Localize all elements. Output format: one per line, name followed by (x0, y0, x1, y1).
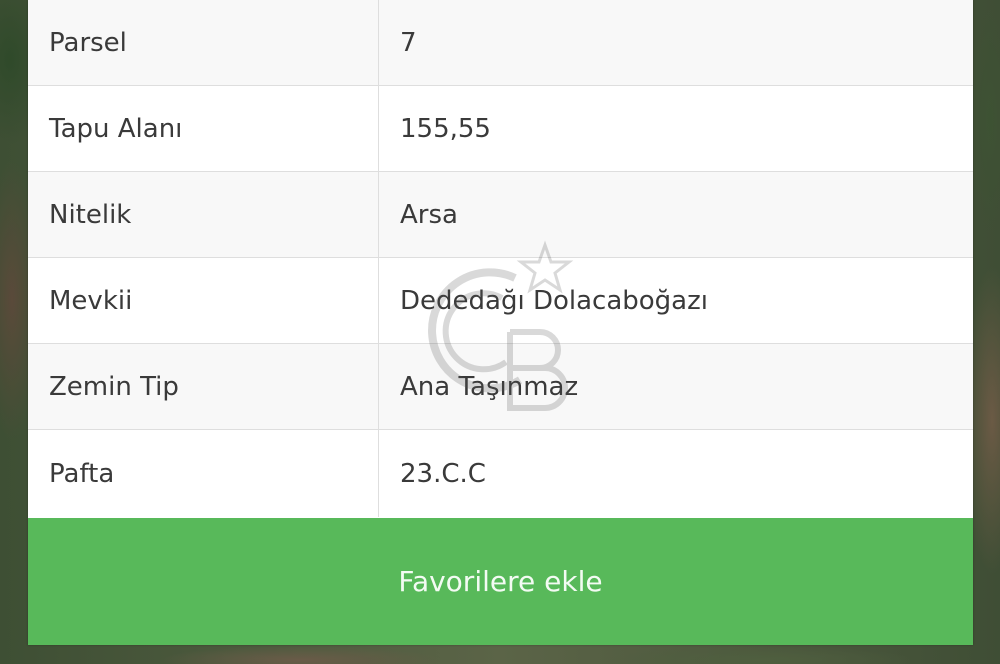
row-label: Zemin Tip (28, 343, 379, 430)
table-row: Zemin Tip Ana Taşınmaz (28, 343, 973, 430)
row-label: Tapu Alanı (28, 85, 379, 172)
property-details-panel: Parsel 7 Tapu Alanı 155,55 Nitelik Arsa … (28, 0, 973, 645)
row-value: Arsa (378, 171, 973, 258)
add-to-favorites-button[interactable]: Favorilere ekle (28, 518, 973, 645)
row-value: Ana Taşınmaz (378, 343, 973, 430)
table-row: Mevkii Dededağı Dolacaboğazı (28, 257, 973, 344)
row-label: Nitelik (28, 171, 379, 258)
table-row: Parsel 7 (28, 0, 973, 86)
row-label: Mevkii (28, 257, 379, 344)
row-label: Parsel (28, 0, 379, 86)
row-value: 23.C.C (378, 429, 973, 517)
row-value: 7 (378, 0, 973, 86)
table-row: Nitelik Arsa (28, 171, 973, 258)
row-value: Dededağı Dolacaboğazı (378, 257, 973, 344)
row-value: 155,55 (378, 85, 973, 172)
table-row: Tapu Alanı 155,55 (28, 85, 973, 172)
property-info-table: Parsel 7 Tapu Alanı 155,55 Nitelik Arsa … (28, 0, 973, 517)
table-row: Pafta 23.C.C (28, 429, 973, 517)
row-label: Pafta (28, 429, 379, 517)
